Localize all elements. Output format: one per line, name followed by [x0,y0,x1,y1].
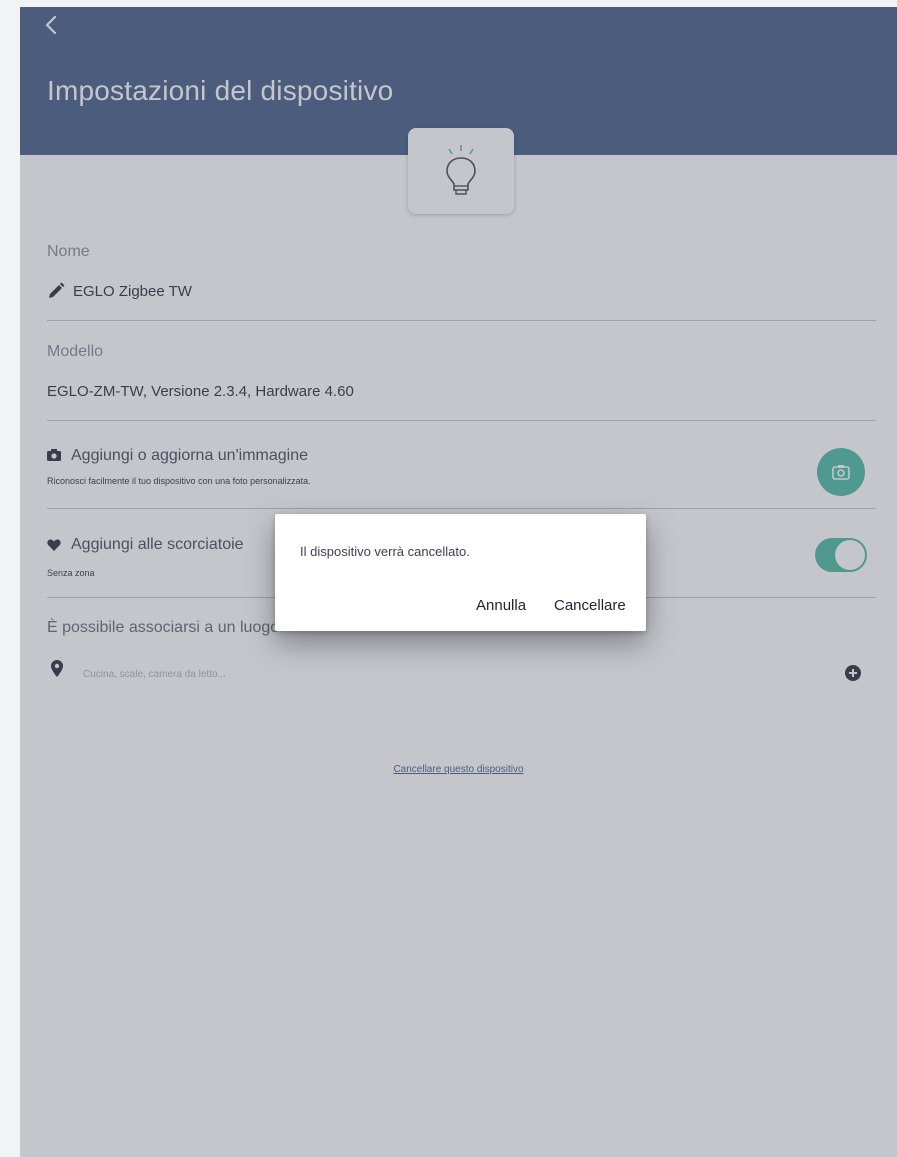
dialog-message: Il dispositivo verrà cancellato. [300,544,470,559]
dialog-cancel-button[interactable]: Annulla [476,597,526,614]
dialog-confirm-button[interactable]: Cancellare [554,597,626,614]
confirm-delete-dialog: Il dispositivo verrà cancellato. Annulla… [275,514,646,631]
